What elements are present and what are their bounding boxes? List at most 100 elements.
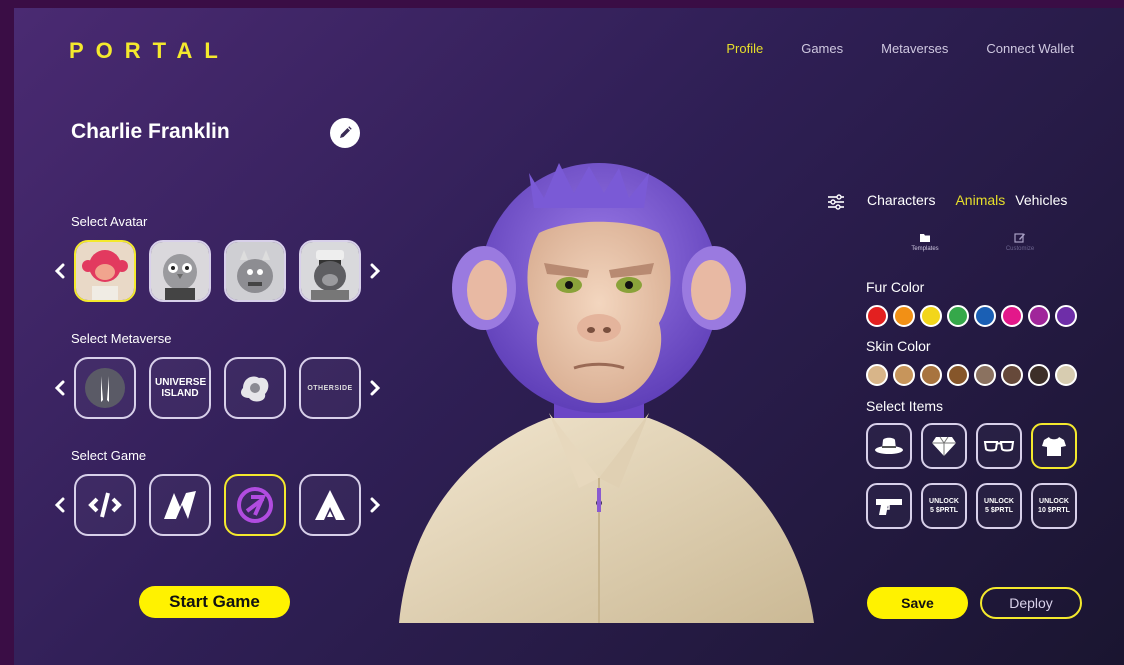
chevron-left-icon	[54, 263, 65, 279]
circle-k-logo-icon	[237, 487, 273, 523]
skin-color-swatch-7[interactable]	[1028, 364, 1050, 386]
nav-metaverses[interactable]: Metaverses	[881, 41, 948, 56]
pistol-icon	[876, 499, 902, 515]
templates-button[interactable]: Templates	[895, 232, 955, 252]
slash-logo-icon	[88, 492, 122, 518]
tab-animals[interactable]: Animals	[955, 192, 1005, 208]
item-tshirt[interactable]	[1031, 423, 1077, 469]
edit-name-button[interactable]	[330, 118, 360, 148]
fur-color-swatch-8[interactable]	[1055, 305, 1077, 327]
folder-icon	[920, 234, 930, 242]
select-metaverse-label: Select Metaverse	[71, 331, 172, 346]
monkey-character-preview	[399, 163, 814, 623]
unlock-label: UNLOCK 5 $PRTL	[929, 498, 959, 514]
fur-color-swatch-5[interactable]	[974, 305, 996, 327]
monster-avatar-icon	[226, 242, 284, 300]
skin-color-swatch-8[interactable]	[1055, 364, 1077, 386]
select-items-label: Select Items	[866, 398, 944, 414]
metaverse-row: UNIVERSE ISLAND OTHERSIDE	[50, 357, 385, 419]
metaverse-tile-universe-island[interactable]: UNIVERSE ISLAND	[149, 357, 211, 419]
avatar-prev-arrow[interactable]	[50, 261, 70, 281]
chevron-left-icon	[54, 497, 65, 513]
fur-color-swatch-6[interactable]	[1001, 305, 1023, 327]
metaverse-tile-otherside[interactable]: OTHERSIDE	[299, 357, 361, 419]
skin-color-swatch-1[interactable]	[866, 364, 888, 386]
customize-button[interactable]: Customize	[990, 232, 1050, 252]
pencil-icon	[340, 126, 352, 138]
filter-settings-button[interactable]	[827, 194, 845, 215]
item-unlock-5-prtl-a[interactable]: UNLOCK 5 $PRTL	[921, 483, 967, 529]
skin-color-swatch-3[interactable]	[920, 364, 942, 386]
deploy-button[interactable]: Deploy	[980, 587, 1082, 619]
unlock-label: UNLOCK 10 $PRTL	[1038, 498, 1070, 514]
item-pistol[interactable]	[866, 483, 912, 529]
nav-profile[interactable]: Profile	[726, 41, 763, 56]
blob-logo-icon	[241, 376, 269, 402]
gorilla-avatar-icon	[301, 242, 359, 300]
edit-square-icon	[1014, 233, 1025, 243]
game-tile-4[interactable]	[299, 474, 361, 536]
tab-vehicles[interactable]: Vehicles	[1015, 192, 1067, 208]
game-tile-3[interactable]	[224, 474, 286, 536]
bolt-logo-icon	[164, 491, 196, 519]
fur-color-swatch-1[interactable]	[866, 305, 888, 327]
profile-name: Charlie Franklin	[71, 120, 230, 143]
fur-color-swatch-2[interactable]	[893, 305, 915, 327]
otherside-logo: OTHERSIDE	[307, 384, 353, 392]
diamond-icon	[932, 436, 956, 456]
skin-color-label: Skin Color	[866, 338, 931, 354]
category-tabs: Characters Animals Vehicles	[867, 192, 1067, 208]
nav-games[interactable]: Games	[801, 41, 843, 56]
skin-color-swatch-4[interactable]	[947, 364, 969, 386]
top-nav: Profile Games Metaverses Connect Wallet	[726, 41, 1074, 56]
fur-color-swatch-3[interactable]	[920, 305, 942, 327]
items-row-2: UNLOCK 5 $PRTL UNLOCK 5 $PRTL UNLOCK 10 …	[866, 483, 1077, 529]
metaverse-tile-3[interactable]	[224, 357, 286, 419]
select-avatar-label: Select Avatar	[71, 214, 148, 229]
skin-color-swatches	[866, 364, 1077, 386]
glasses-icon	[983, 441, 1015, 452]
portal-logo[interactable]: PORTAL	[69, 38, 230, 64]
metaverse-prev-arrow[interactable]	[50, 378, 70, 398]
pink-ape-avatar-icon	[76, 242, 134, 300]
customize-label: Customize	[1005, 246, 1035, 252]
fur-color-swatch-7[interactable]	[1028, 305, 1050, 327]
tab-characters[interactable]: Characters	[867, 192, 935, 208]
item-diamond[interactable]	[921, 423, 967, 469]
skin-color-swatch-2[interactable]	[893, 364, 915, 386]
a-logo-icon	[315, 490, 345, 520]
nav-connect-wallet[interactable]: Connect Wallet	[986, 41, 1074, 56]
item-hat[interactable]	[866, 423, 912, 469]
game-tile-1[interactable]	[74, 474, 136, 536]
game-tile-2[interactable]	[149, 474, 211, 536]
start-game-button[interactable]: Start Game	[139, 586, 290, 618]
tshirt-icon	[1042, 437, 1066, 456]
spire-logo-icon	[85, 368, 125, 408]
skin-color-swatch-5[interactable]	[974, 364, 996, 386]
hat-icon	[875, 437, 903, 454]
save-button[interactable]: Save	[867, 587, 968, 619]
item-glasses[interactable]	[976, 423, 1022, 469]
sliders-icon	[828, 194, 844, 210]
avatar-tile-pink-ape[interactable]	[74, 240, 136, 302]
game-row	[50, 474, 385, 536]
fur-color-label: Fur Color	[866, 279, 925, 295]
unlock-label: UNLOCK 5 $PRTL	[984, 498, 1014, 514]
item-unlock-10-prtl[interactable]: UNLOCK 10 $PRTL	[1031, 483, 1077, 529]
owl-avatar-icon	[151, 242, 209, 300]
select-game-label: Select Game	[71, 448, 147, 463]
chevron-left-icon	[54, 380, 65, 396]
skin-color-swatch-6[interactable]	[1001, 364, 1023, 386]
templates-label: Templates	[911, 246, 939, 252]
avatar-tile-monster[interactable]	[224, 240, 286, 302]
fur-color-swatches	[866, 305, 1077, 327]
avatar-row	[50, 240, 385, 302]
avatar-tile-gorilla[interactable]	[299, 240, 361, 302]
app-frame: PORTAL Profile Games Metaverses Connect …	[14, 8, 1124, 665]
fur-color-swatch-4[interactable]	[947, 305, 969, 327]
universe-island-logo: UNIVERSE ISLAND	[155, 377, 207, 399]
avatar-tile-owl[interactable]	[149, 240, 211, 302]
metaverse-tile-1[interactable]	[74, 357, 136, 419]
item-unlock-5-prtl-b[interactable]: UNLOCK 5 $PRTL	[976, 483, 1022, 529]
game-prev-arrow[interactable]	[50, 495, 70, 515]
